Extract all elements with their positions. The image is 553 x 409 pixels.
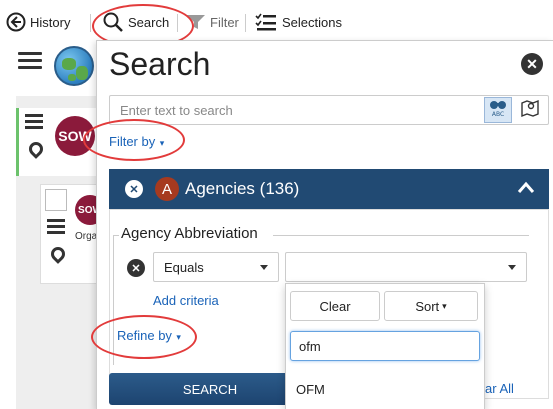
filter-by-label: Filter by <box>109 134 156 149</box>
card-text: Orga <box>75 231 98 242</box>
background-result-card[interactable]: SOW <box>16 108 108 176</box>
checkbox[interactable] <box>45 189 67 211</box>
dropdown-option[interactable]: OFM <box>296 382 325 397</box>
remove-criteria-icon[interactable]: ✕ <box>127 259 145 277</box>
chevron-up-icon[interactable] <box>517 179 535 202</box>
globe-logo-icon <box>54 46 94 86</box>
refine-by-label: Refine by <box>117 328 172 343</box>
filter-button[interactable]: Filter <box>186 11 239 33</box>
text-search-mode-button[interactable]: ABC <box>484 97 512 123</box>
search-tab-button[interactable]: Search <box>102 11 169 33</box>
search-box: ABC <box>109 95 549 125</box>
agency-section-title: Agencies (136) <box>185 179 300 198</box>
location-pin-icon <box>26 139 46 159</box>
map-pin-icon <box>520 98 540 123</box>
checklist-icon <box>255 12 277 32</box>
clear-all-link[interactable]: ar All <box>485 381 514 396</box>
operator-value: Equals <box>164 259 204 275</box>
location-pin-icon <box>48 244 68 264</box>
filter-by-link[interactable]: Filter by ▾ <box>109 133 164 151</box>
sow-badge: SOW <box>55 116 95 156</box>
toolbar-divider <box>90 14 91 32</box>
caret-down-icon: ▾ <box>176 332 181 342</box>
add-criteria-link[interactable]: Add criteria <box>153 293 219 308</box>
dropdown-filter-input[interactable] <box>290 331 480 361</box>
search-submit-button[interactable]: SEARCH <box>109 373 311 405</box>
fieldset-border <box>113 235 114 365</box>
hamburger-menu-icon[interactable] <box>18 52 42 72</box>
value-dropdown-menu: Clear Sort ▾ OFM <box>285 283 485 409</box>
panel-title: Search <box>109 46 211 82</box>
caret-down-icon <box>508 265 516 270</box>
search-tab-label: Search <box>128 14 170 30</box>
history-label: History <box>30 14 71 30</box>
binoculars-abc-icon: ABC <box>488 98 508 123</box>
toolbar-divider <box>245 14 246 32</box>
agency-badge: A <box>155 177 179 201</box>
filter-label: Filter <box>210 14 239 30</box>
fieldset-border <box>273 235 529 236</box>
field-label-agency-abbreviation: Agency Abbreviation <box>119 225 260 242</box>
caret-down-icon: ▾ <box>442 300 447 311</box>
svg-text:ABC: ABC <box>492 111 504 118</box>
sort-button[interactable]: Sort ▾ <box>384 291 478 321</box>
toolbar-divider <box>177 14 178 32</box>
funnel-icon <box>186 13 206 31</box>
selections-label: Selections <box>282 14 342 30</box>
search-input[interactable] <box>110 96 480 124</box>
search-icon <box>102 11 124 33</box>
selections-button[interactable]: Selections <box>255 11 342 33</box>
operator-select[interactable]: Equals <box>153 252 279 282</box>
sort-label: Sort <box>415 298 440 314</box>
hamburger-menu-icon[interactable] <box>25 114 43 132</box>
remove-section-icon[interactable]: ✕ <box>125 180 143 198</box>
close-icon[interactable]: ✕ <box>521 53 543 75</box>
hamburger-menu-icon[interactable] <box>47 219 65 237</box>
caret-down-icon <box>260 265 268 270</box>
refine-by-link[interactable]: Refine by ▾ <box>117 327 181 345</box>
top-toolbar: History Search Filter Selections <box>0 0 553 48</box>
search-panel: Search ✕ ABC Filter by ▾ ✕ A Agencies (1… <box>83 40 553 409</box>
caret-down-icon: ▾ <box>159 138 165 148</box>
map-search-mode-button[interactable] <box>516 97 544 123</box>
history-button[interactable]: History <box>6 11 70 33</box>
value-select[interactable] <box>285 252 527 282</box>
agency-section-header[interactable]: ✕ A Agencies (136) <box>109 169 549 209</box>
back-arrow-icon <box>6 12 26 32</box>
clear-button[interactable]: Clear <box>290 291 380 321</box>
